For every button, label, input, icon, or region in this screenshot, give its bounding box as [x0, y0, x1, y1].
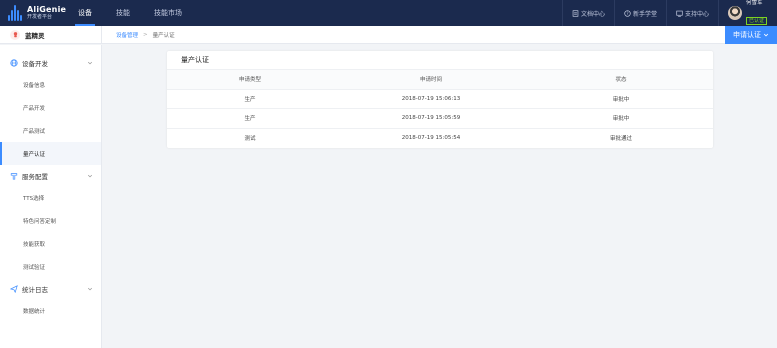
sidebar-group-statistics[interactable]: 统计日志: [0, 278, 101, 299]
service-icon: [10, 172, 18, 180]
breadcrumb-device-management[interactable]: 设备管理: [116, 31, 138, 39]
column-header-status: 状态: [529, 70, 713, 90]
cell-time: 2018-07-19 15:05:59: [333, 108, 529, 129]
certification-card: 量产认证 申请类型 申请时间 状态 生产 2018-07-19 15:06:13…: [167, 51, 713, 148]
column-header-type: 申请类型: [167, 70, 333, 90]
device-selector[interactable]: 蓝精灵: [0, 25, 102, 44]
avatar[interactable]: [727, 6, 742, 20]
sub-header: 蓝精灵 设备管理 > 量产认证: [0, 25, 777, 44]
support-link-label: 支持中心: [684, 10, 709, 18]
user-menu[interactable]: 何雪军 已认证: [717, 0, 777, 26]
cell-status: 审批中: [529, 89, 713, 109]
docs-link[interactable]: 文档中心: [561, 0, 614, 26]
cell-status: 审批通过: [609, 136, 632, 142]
document-icon: [572, 9, 579, 17]
logo-name: AliGenie: [27, 5, 67, 14]
tutorial-link[interactable]: ? 新手学堂: [613, 0, 666, 26]
chevron-down-icon: [87, 61, 93, 65]
support-link[interactable]: 支持中心: [665, 0, 718, 26]
cell-type: 生产: [167, 89, 333, 109]
docs-link-label: 文档中心: [580, 10, 605, 18]
table-row: 生产 2018-07-19 15:05:59 审批中: [167, 108, 713, 129]
sidebar-item-device-info[interactable]: 设备信息: [0, 73, 101, 96]
apply-button-label: 申请认证: [733, 31, 761, 39]
verified-badge: 已认证: [745, 16, 767, 25]
sidebar-item-product-dev[interactable]: 产品开发: [0, 96, 101, 119]
device-icon: [10, 29, 20, 40]
cell-time: 2018-07-19 15:06:13: [333, 89, 529, 109]
cell-type: 测试: [244, 136, 256, 142]
sidebar-group-label: 设备开发: [22, 59, 48, 68]
breadcrumb-current: 量产认证: [152, 32, 175, 39]
sidebar-group-service-config[interactable]: 服务配置: [0, 165, 101, 186]
sidebar-item-mass-production-cert[interactable]: 量产认证: [0, 142, 101, 165]
apply-certification-button[interactable]: 申请认证: [725, 26, 777, 44]
table-row: 生产 2018-07-19 15:06:13 审批中: [167, 89, 713, 109]
column-header-time: 申请时间: [333, 70, 529, 90]
breadcrumb: 设备管理 > 量产认证: [102, 31, 175, 39]
support-icon: [676, 10, 683, 17]
sidebar-item-data-stats[interactable]: 数据统计: [0, 299, 101, 322]
logo-subtitle: 开发者平台: [27, 14, 53, 20]
tab-skill-market[interactable]: 技能市场: [154, 0, 182, 26]
sidebar-item-test-verify[interactable]: 测试验证: [0, 255, 101, 278]
send-icon: [10, 284, 18, 293]
top-navbar: AliGenie 开发者平台 设备 技能 技能市场 文档中心 ? 新手学堂 支持…: [0, 0, 777, 26]
sidebar-item-product-test[interactable]: 产品测试: [0, 119, 101, 142]
sidebar-group-label: 服务配置: [22, 172, 48, 181]
globe-icon: [10, 58, 18, 67]
svg-text:?: ?: [626, 11, 628, 16]
question-icon: ?: [624, 9, 631, 17]
sidebar-group-label: 统计日志: [22, 285, 48, 294]
cell-type: 生产: [167, 108, 333, 129]
tab-skill[interactable]: 技能: [116, 0, 130, 26]
cell-time: 2018-07-19 15:05:54: [401, 135, 461, 141]
chevron-down-icon: [87, 287, 93, 291]
table-row: 测试 2018-07-19 15:05:54 审批通过: [167, 128, 713, 148]
chevron-down-icon: [87, 174, 93, 178]
chevron-down-icon: [763, 33, 769, 37]
device-name: 蓝精灵: [25, 31, 45, 40]
page-title: 量产认证: [167, 51, 713, 70]
tutorial-link-label: 新手学堂: [632, 10, 657, 18]
sidebar-group-device-dev[interactable]: 设备开发: [0, 52, 101, 73]
table-header-row: 申请类型 申请时间 状态: [167, 70, 713, 90]
cell-status: 审批中: [529, 108, 713, 129]
sidebar-item-tts[interactable]: TTS选择: [0, 186, 101, 209]
breadcrumb-separator: >: [143, 31, 148, 38]
certification-table: 申请类型 申请时间 状态 生产 2018-07-19 15:06:13 审批中 …: [167, 70, 713, 148]
logo-icon: [8, 5, 22, 21]
sidebar-item-skill-acquire[interactable]: 技能获取: [0, 232, 101, 255]
sidebar-item-custom-qa[interactable]: 特色问答定制: [0, 209, 101, 232]
tab-device[interactable]: 设备: [75, 0, 95, 26]
aligenie-logo[interactable]: AliGenie 开发者平台: [0, 5, 70, 21]
user-name: 何雪军: [745, 0, 763, 7]
sidebar: 设备开发 设备信息 产品开发 产品测试 量产认证 服务配置 TTS选择 特色问答…: [0, 45, 102, 348]
